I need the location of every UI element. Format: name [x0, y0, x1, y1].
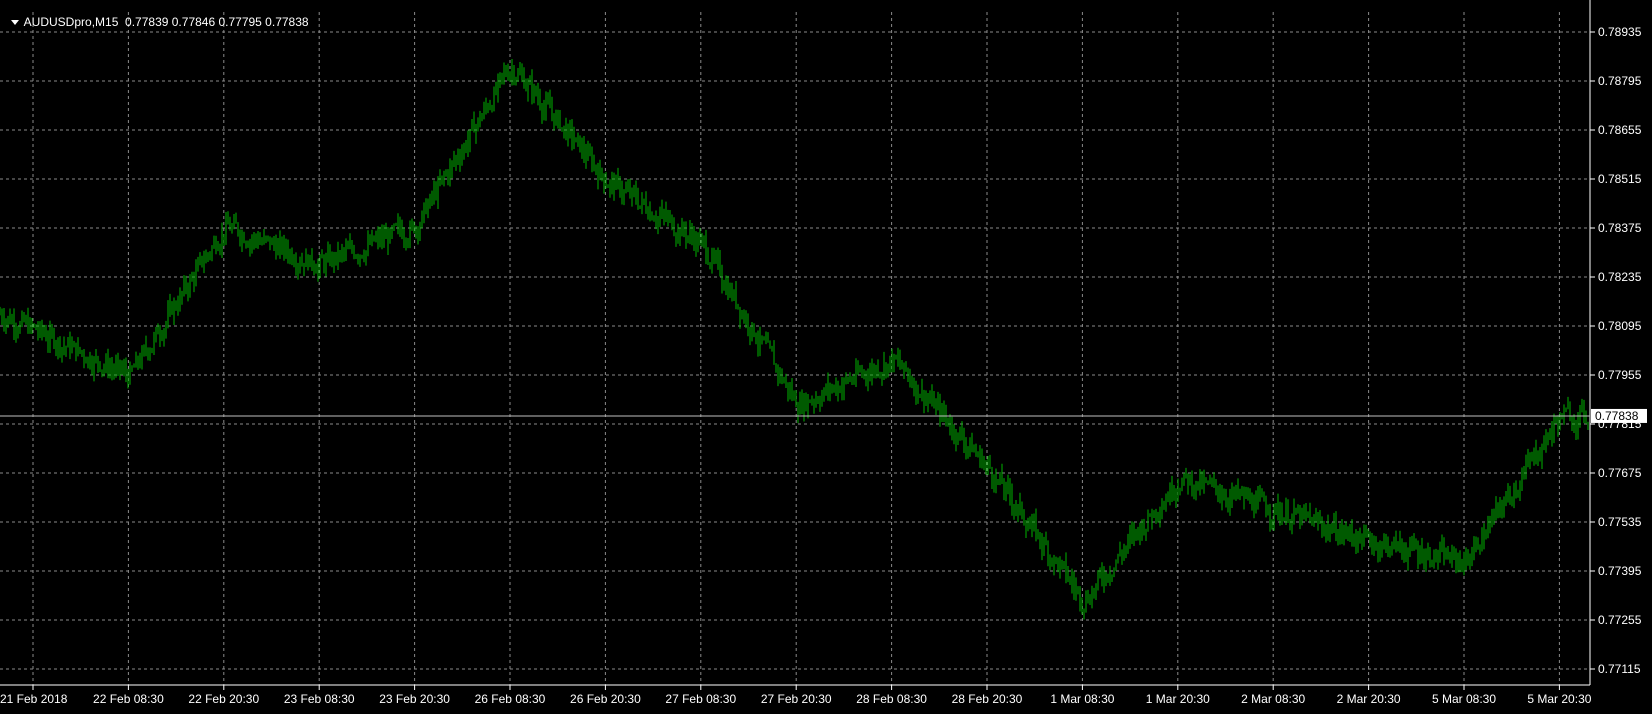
y-tick-label: 0.78095: [1598, 319, 1642, 333]
y-tick-label: 0.77535: [1598, 515, 1642, 529]
y-tick-label: 0.77395: [1598, 564, 1642, 578]
y-tick-label: 0.77955: [1598, 368, 1642, 382]
x-tick-label: 26 Feb 08:30: [475, 692, 546, 706]
x-tick-label: 27 Feb 20:30: [761, 692, 832, 706]
y-tick-label: 0.78935: [1598, 25, 1642, 39]
dropdown-triangle-icon[interactable]: [10, 20, 19, 26]
x-tick-label: 1 Mar 20:30: [1146, 692, 1210, 706]
x-tick-label: 2 Mar 20:30: [1337, 692, 1401, 706]
x-tick-label: 21 Feb 2018: [0, 692, 68, 706]
current-price-label: 0.77838: [1595, 409, 1639, 423]
y-tick-label: 0.78795: [1598, 74, 1642, 88]
y-tick-label: 0.78235: [1598, 270, 1642, 284]
x-tick-label: 26 Feb 20:30: [570, 692, 641, 706]
y-tick-label: 0.78515: [1598, 172, 1642, 186]
y-tick-label: 0.78655: [1598, 123, 1642, 137]
chart-header: AUDUSDpro,M15 0.77839 0.77846 0.77795 0.…: [4, 1, 309, 29]
symbol-label: AUDUSDpro,M15: [23, 15, 119, 29]
x-tick-label: 22 Feb 08:30: [93, 692, 164, 706]
price-chart[interactable]: 0.78935 0.78795 0.78655 0.78515 0.78375 0.782…: [0, 0, 1652, 709]
x-tick-label: 23 Feb 08:30: [284, 692, 355, 706]
y-tick-label: 0.77115: [1598, 662, 1641, 676]
x-tick-label: 28 Feb 20:30: [952, 692, 1023, 706]
x-tick-label: 23 Feb 20:30: [379, 692, 450, 706]
y-tick-label: 0.77675: [1598, 466, 1642, 480]
x-tick-label: 1 Mar 08:30: [1050, 692, 1114, 706]
y-tick-label: 0.77255: [1598, 613, 1642, 627]
ohlc-values: 0.77839 0.77846 0.77795 0.77838: [125, 15, 309, 29]
x-tick-label: 2 Mar 08:30: [1241, 692, 1305, 706]
y-tick-label: 0.78375: [1598, 221, 1642, 235]
chart-canvas[interactable]: 0.78935 0.78795 0.78655 0.78515 0.78375 0.782…: [0, 0, 1652, 709]
x-tick-label: 5 Mar 08:30: [1432, 692, 1496, 706]
x-tick-label: 28 Feb 08:30: [856, 692, 927, 706]
x-tick-label: 22 Feb 20:30: [188, 692, 259, 706]
x-tick-label: 5 Mar 20:30: [1527, 692, 1591, 706]
x-tick-label: 27 Feb 08:30: [665, 692, 736, 706]
